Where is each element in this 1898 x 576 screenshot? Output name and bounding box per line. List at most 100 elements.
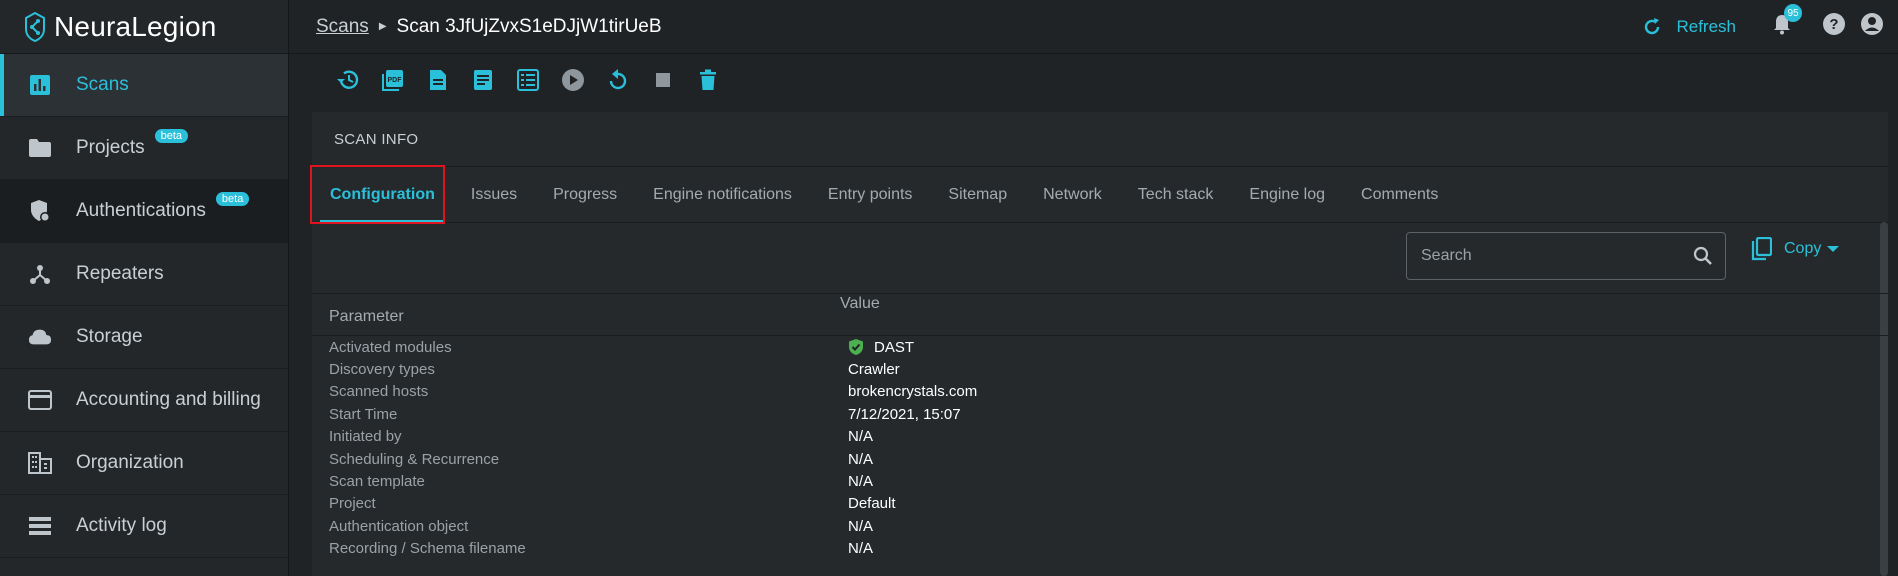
sidebar-item-authentications[interactable]: Authentications beta (0, 180, 288, 243)
row-value: brokencrystals.com (848, 383, 978, 401)
config-table: Activated modules DAST Discovery types C… (312, 336, 1888, 560)
tab-comments[interactable]: Comments (1343, 167, 1456, 222)
bar-chart-icon (28, 73, 52, 97)
column-header-value: Value (840, 295, 880, 312)
table-export-button[interactable] (505, 69, 550, 91)
sidebar-item-label: Authentications (76, 200, 206, 221)
sidebar-item-label: Organization (76, 452, 184, 473)
folder-icon (28, 136, 52, 160)
retest-button[interactable] (595, 68, 640, 92)
breadcrumb-scans-link[interactable]: Scans (316, 16, 369, 38)
logo[interactable]: NeuraLegion (0, 0, 288, 54)
refresh-button[interactable]: Refresh (1642, 17, 1736, 37)
search-input[interactable] (1419, 246, 1693, 266)
app-name: NeuraLegion (54, 10, 217, 42)
notifications-button[interactable]: 95 (1772, 4, 1802, 40)
cloud-icon (28, 325, 52, 349)
tab-sitemap[interactable]: Sitemap (930, 167, 1025, 222)
row-value: 7/12/2021, 15:07 (848, 405, 961, 423)
sidebar-item-storage[interactable]: Storage (0, 306, 288, 369)
list-icon (28, 514, 52, 538)
sidebar-item-activity-log[interactable]: Activity log (0, 495, 288, 558)
row-value: Default (848, 495, 896, 513)
table-icon (516, 69, 539, 91)
svg-text:?: ? (1829, 16, 1838, 33)
account-icon (1861, 13, 1883, 35)
row-value: DAST (848, 338, 914, 356)
row-value-text: DAST (874, 338, 915, 356)
table-row: Project Default (312, 493, 1888, 515)
table-row: Scanned hosts brokencrystals.com (312, 381, 1888, 403)
shield-check-icon (849, 339, 863, 356)
sidebar-item-billing[interactable]: Accounting and billing (0, 369, 288, 432)
refresh-icon (1645, 17, 1660, 34)
stop-scan-button[interactable] (640, 72, 685, 88)
play-icon (561, 69, 584, 91)
report-button[interactable] (460, 69, 505, 91)
row-value: N/A (848, 473, 874, 491)
building-icon (28, 451, 52, 475)
column-header-parameter: Parameter (329, 308, 404, 325)
copy-dropdown-button[interactable]: Copy (1750, 237, 1840, 261)
help-icon: ? (1823, 13, 1845, 35)
table-row: Scan template N/A (312, 470, 1888, 492)
header-actions: Refresh 95 ? (1642, 0, 1884, 53)
tab-engine-log[interactable]: Engine log (1231, 167, 1343, 222)
row-key: Discovery types (329, 361, 435, 379)
tab-progress[interactable]: Progress (535, 167, 635, 222)
history-icon (336, 70, 358, 89)
row-value: N/A (848, 517, 874, 535)
history-button[interactable] (325, 69, 370, 91)
sidebar-item-organization[interactable]: Organization (0, 432, 288, 495)
beta-badge: beta (154, 129, 189, 143)
copy-icon (1751, 237, 1772, 261)
table-row: Start Time 7/12/2021, 15:07 (312, 403, 1888, 425)
row-value: N/A (848, 450, 874, 468)
panel-title: SCAN INFO (312, 112, 1888, 167)
search-icon (1693, 246, 1712, 265)
account-button[interactable] (1860, 12, 1884, 41)
table-row: Activated modules DAST (312, 336, 1888, 358)
beta-badge: beta (215, 192, 250, 206)
delete-icon (699, 69, 716, 90)
svg-text:PDF: PDF (387, 77, 402, 84)
row-key: Scan template (329, 473, 425, 491)
shield-lock-icon (28, 199, 52, 223)
tab-tech-stack[interactable]: Tech stack (1120, 167, 1232, 222)
row-key: Recording / Schema filename (329, 540, 526, 558)
pdf-icon: PDF (381, 70, 403, 91)
tab-issues[interactable]: Issues (453, 167, 535, 222)
sidebar: NeuraLegion Scans Projects beta Authenti… (0, 0, 289, 576)
row-value: N/A (848, 540, 874, 558)
breadcrumb-separator-icon: ▶ (378, 21, 387, 32)
tab-configuration[interactable]: Configuration (312, 167, 453, 222)
sidebar-item-repeaters[interactable]: Repeaters (0, 243, 288, 306)
table-row: Discovery types Crawler (312, 358, 1888, 380)
table-row: Initiated by N/A (312, 426, 1888, 448)
document-button[interactable] (415, 69, 460, 91)
sidebar-item-label: Projects (76, 137, 145, 158)
sidebar-item-scans[interactable]: Scans (0, 54, 288, 117)
delete-scan-button[interactable] (685, 69, 730, 91)
row-key: Scheduling & Recurrence (329, 450, 500, 468)
repeater-icon (28, 262, 52, 286)
row-key: Initiated by (329, 428, 402, 446)
credit-card-icon (28, 388, 52, 412)
refresh-label: Refresh (1676, 16, 1736, 36)
row-key: Authentication object (329, 517, 469, 535)
sidebar-item-projects[interactable]: Projects beta (0, 117, 288, 180)
row-value: Crawler (848, 361, 900, 379)
help-button[interactable]: ? (1822, 12, 1846, 41)
document-icon (429, 70, 446, 90)
row-key: Activated modules (329, 338, 452, 356)
tab-entry-points[interactable]: Entry points (810, 167, 930, 222)
start-scan-button[interactable] (550, 68, 595, 92)
breadcrumb-current: Scan 3JfUjZvxS1eDJjW1tirUeB (396, 15, 662, 37)
stop-icon (655, 73, 670, 87)
sidebar-item-label: Storage (76, 326, 143, 347)
scan-toolbar: PDF (289, 54, 1898, 106)
tab-network[interactable]: Network (1025, 167, 1120, 222)
tab-engine-notifications[interactable]: Engine notifications (635, 167, 810, 222)
pdf-export-button[interactable]: PDF (370, 69, 415, 91)
scan-info-panel: SCAN INFO Configuration Issues Progress … (310, 112, 1888, 576)
